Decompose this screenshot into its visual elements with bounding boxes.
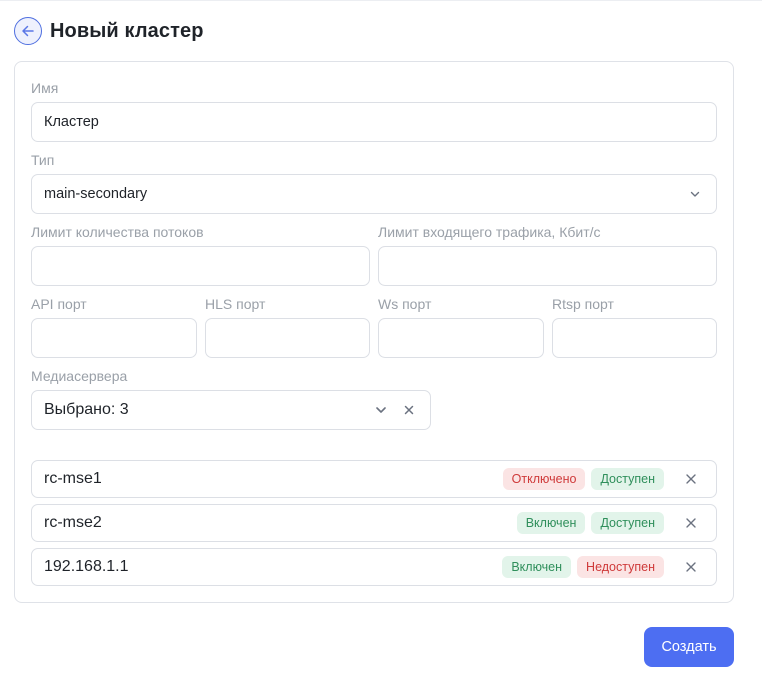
mediaservers-selected-value: Выбрано: 3 bbox=[44, 401, 129, 418]
top-divider bbox=[0, 0, 762, 1]
api-port-label: API порт bbox=[31, 296, 87, 312]
type-select[interactable]: main-secondary bbox=[31, 174, 717, 214]
type-select-value: main-secondary bbox=[44, 186, 148, 202]
server-name: rc-mse1 bbox=[44, 470, 102, 487]
streams-limit-label: Лимит количества потоков bbox=[31, 224, 204, 240]
chevron-down-icon[interactable] bbox=[372, 401, 390, 419]
hls-port-label: HLS порт bbox=[205, 296, 266, 312]
server-name: rc-mse2 bbox=[44, 514, 102, 531]
api-port-input[interactable] bbox=[31, 318, 197, 358]
name-input[interactable]: Кластер bbox=[31, 102, 717, 142]
remove-server-icon[interactable] bbox=[682, 558, 700, 576]
chevron-down-icon bbox=[686, 185, 704, 203]
name-label: Имя bbox=[31, 80, 59, 96]
server-state-badge: Включен bbox=[516, 512, 586, 534]
server-state-badge: Включен bbox=[502, 556, 572, 578]
arrow-left-icon bbox=[22, 25, 34, 37]
page-title: Новый кластер bbox=[50, 19, 204, 42]
server-availability-badge: Доступен bbox=[591, 468, 664, 490]
ws-port-label: Ws порт bbox=[378, 296, 432, 312]
clear-selection-icon[interactable] bbox=[400, 401, 418, 419]
server-row: 192.168.1.1 Включен Недоступен bbox=[31, 548, 717, 586]
back-button[interactable] bbox=[14, 17, 42, 45]
rtsp-port-input[interactable] bbox=[552, 318, 717, 358]
server-availability-badge: Недоступен bbox=[577, 556, 664, 578]
streams-limit-input[interactable] bbox=[31, 246, 370, 286]
traffic-limit-label: Лимит входящего трафика, Кбит/с bbox=[378, 224, 601, 240]
rtsp-port-label: Rtsp порт bbox=[552, 296, 614, 312]
mediaservers-multiselect[interactable]: Выбрано: 3 bbox=[31, 390, 431, 430]
server-state-badge: Отключено bbox=[502, 468, 586, 490]
server-row: rc-mse2 Включен Доступен bbox=[31, 504, 717, 542]
name-input-value: Кластер bbox=[44, 114, 99, 130]
ws-port-input[interactable] bbox=[378, 318, 544, 358]
mediaservers-label: Медиасервера bbox=[31, 368, 128, 384]
hls-port-input[interactable] bbox=[205, 318, 370, 358]
remove-server-icon[interactable] bbox=[682, 514, 700, 532]
type-label: Тип bbox=[31, 152, 55, 168]
server-availability-badge: Доступен bbox=[591, 512, 664, 534]
traffic-limit-input[interactable] bbox=[378, 246, 717, 286]
remove-server-icon[interactable] bbox=[682, 470, 700, 488]
page-header: Новый кластер bbox=[14, 17, 204, 45]
create-button[interactable]: Создать bbox=[644, 627, 734, 667]
server-name: 192.168.1.1 bbox=[44, 558, 129, 575]
server-row: rc-mse1 Отключено Доступен bbox=[31, 460, 717, 498]
